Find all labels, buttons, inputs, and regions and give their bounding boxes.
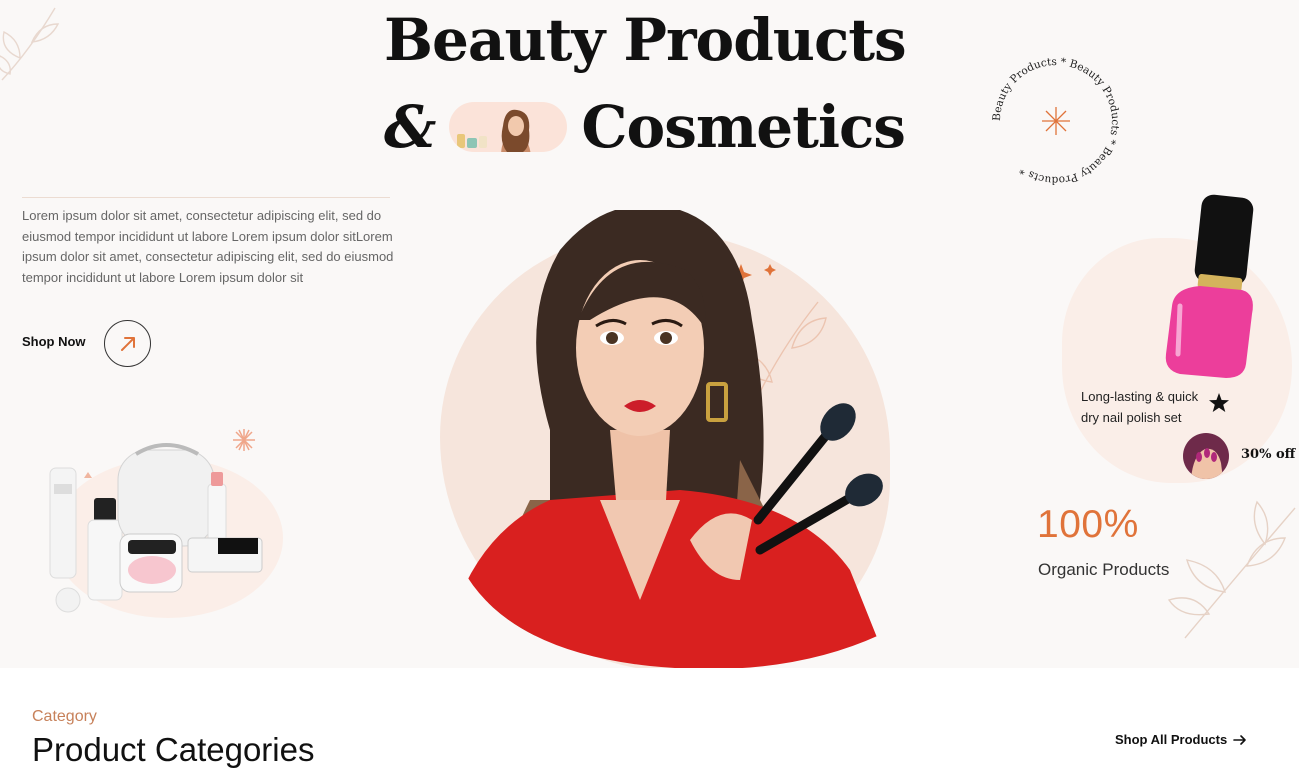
beauty-products-stamp: Beauty Products * Beauty Products * Beau…	[991, 56, 1121, 186]
leaf-decoration-icon	[1167, 500, 1296, 639]
section-title: Product Categories	[32, 731, 315, 768]
arrow-up-right-icon	[120, 336, 135, 351]
organic-stat-value: 100%	[1037, 503, 1139, 546]
discount-label: 30% off	[1241, 447, 1296, 462]
shop-now-button[interactable]	[104, 320, 151, 367]
intro-paragraph: Lorem ipsum dolor sit amet, consectetur …	[22, 208, 394, 286]
shop-all-label: Shop All Products	[1115, 732, 1228, 747]
shop-all-products-link[interactable]: Shop All Products	[1115, 732, 1247, 747]
nail-polish-bottle-image	[1165, 194, 1254, 378]
hero-title-ampersand: &	[384, 93, 436, 161]
hero-title-line2-text: Cosmetics	[581, 93, 906, 161]
model-portrait-image	[455, 210, 890, 668]
manicure-thumbnail-image	[1183, 433, 1229, 479]
star-icon	[1209, 393, 1229, 412]
title-pill-image	[449, 102, 568, 152]
hero-section: Beauty Products & Cosmetics Lorem ipsum …	[0, 0, 1299, 668]
shop-now-label[interactable]: Shop Now	[22, 334, 86, 349]
category-eyebrow: Category	[32, 708, 97, 725]
hero-title-line2: & Cosmetics	[384, 92, 906, 162]
nail-polish-caption: Long-lasting & quick dry nail polish set	[1081, 389, 1199, 425]
hero-title-line1: Beauty Products	[384, 6, 907, 74]
sparkle-icon	[1042, 107, 1070, 135]
cosmetics-products-image	[49, 443, 283, 618]
organic-stat-label: Organic Products	[1038, 560, 1170, 579]
intro-divider	[22, 197, 390, 198]
leaf-decoration-icon	[0, 7, 60, 81]
arrow-right-icon	[1233, 734, 1247, 745]
